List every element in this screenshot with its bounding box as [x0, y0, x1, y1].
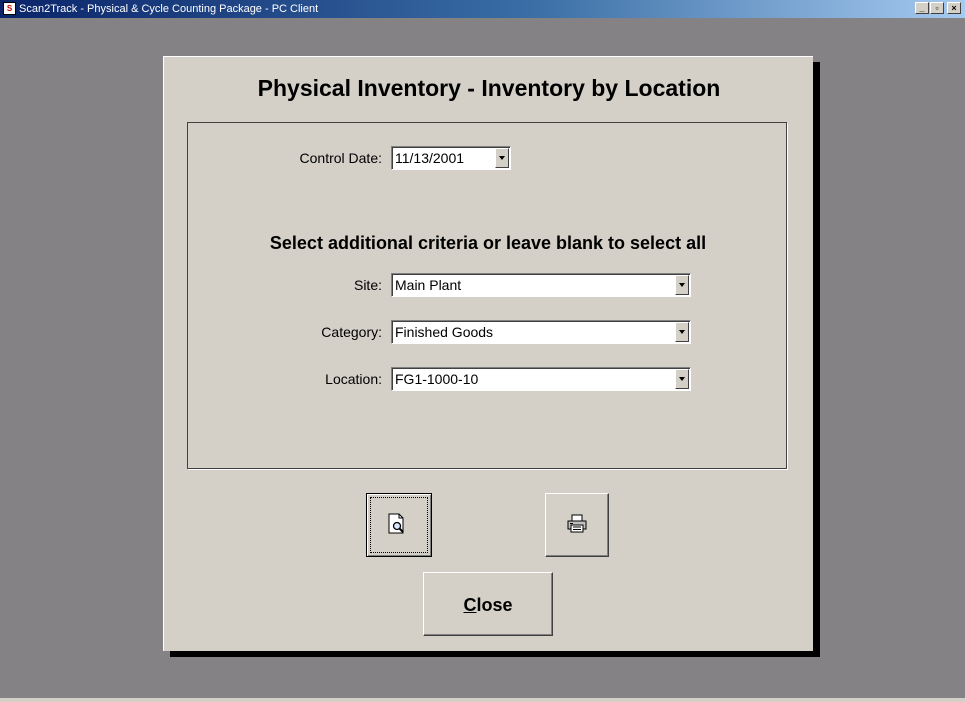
chevron-down-icon[interactable]	[675, 369, 689, 389]
close-window-button[interactable]: ×	[947, 2, 961, 14]
criteria-instructions: Select additional criteria or leave blan…	[269, 233, 707, 253]
window-title-bar: S Scan2Track - Physical & Cycle Counting…	[0, 0, 965, 18]
print-preview-button[interactable]	[366, 493, 432, 557]
minimize-button[interactable]: _	[915, 2, 929, 14]
control-date-value: 11/13/2001	[395, 150, 465, 166]
close-accelerator: C	[463, 595, 477, 615]
category-dropdown[interactable]: Finished Goods	[391, 320, 691, 344]
chevron-down-icon[interactable]	[495, 148, 509, 168]
bottom-strip	[0, 698, 965, 702]
printer-icon	[567, 514, 587, 533]
site-value: Main Plant	[395, 277, 462, 293]
chevron-down-icon[interactable]	[675, 322, 689, 342]
site-label: Site:	[353, 277, 382, 293]
control-date-label: Control Date:	[299, 150, 382, 166]
dialog-title: Physical Inventory - Inventory by Locati…	[257, 75, 721, 101]
restore-button[interactable]: ▫	[930, 2, 944, 14]
site-dropdown[interactable]: Main Plant	[391, 273, 691, 297]
print-preview-icon	[388, 513, 404, 534]
close-label-rest: lose	[476, 595, 513, 615]
close-button[interactable]: Close	[423, 572, 553, 636]
location-label: Location:	[325, 371, 382, 387]
control-date-dropdown[interactable]: 11/13/2001	[391, 146, 511, 170]
criteria-frame: Control Date: 11/13/2001 Select addition…	[187, 122, 787, 469]
close-button-label: Close	[424, 595, 552, 616]
category-label: Category:	[321, 324, 382, 340]
window-title: Scan2Track - Physical & Cycle Counting P…	[19, 3, 319, 15]
app-icon[interactable]: S	[3, 2, 16, 15]
print-button[interactable]	[545, 493, 609, 557]
category-value: Finished Goods	[395, 324, 494, 340]
chevron-down-icon[interactable]	[675, 275, 689, 295]
location-value: FG1-1000-10	[395, 371, 479, 387]
inventory-dialog: Physical Inventory - Inventory by Locati…	[163, 56, 813, 651]
location-dropdown[interactable]: FG1-1000-10	[391, 367, 691, 391]
